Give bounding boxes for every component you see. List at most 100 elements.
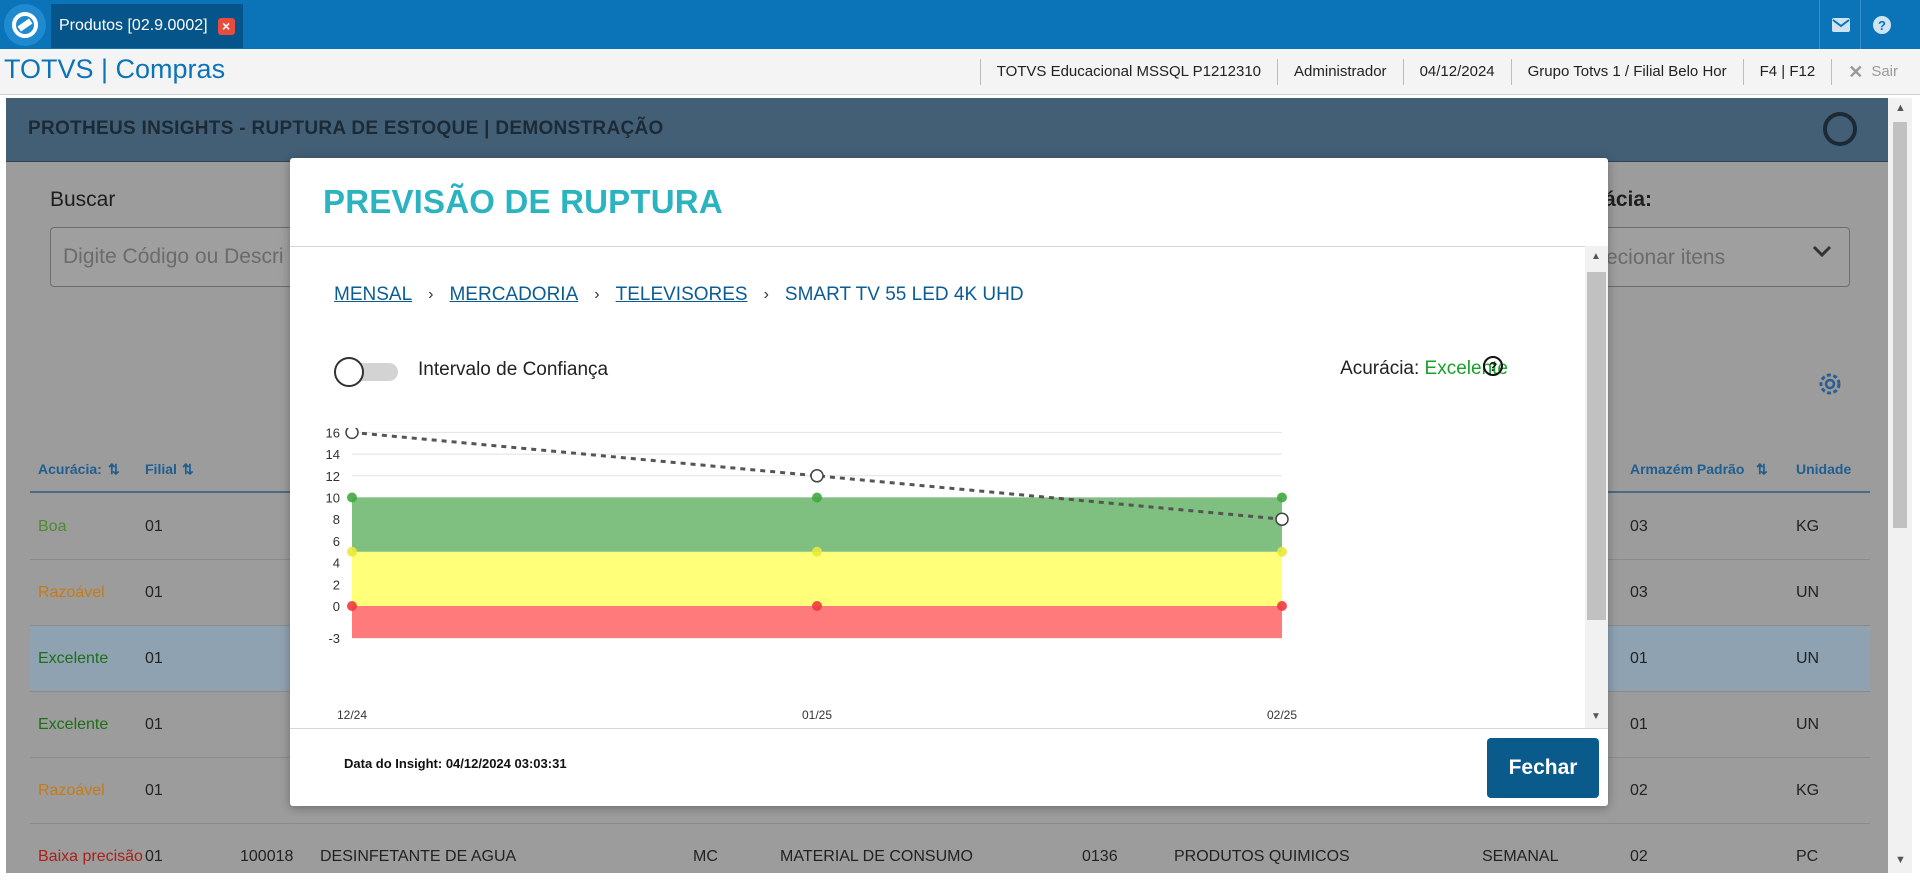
row-descricao: DESINFETANTE DE AGUA [320,848,517,865]
close-tab-icon[interactable]: × [217,17,235,35]
close-icon: ✕ [1848,62,1864,82]
accuracy-select[interactable]: ecionar itens [1606,246,1725,270]
row-armazem: 02 [1630,848,1648,865]
shortcuts-label: F4 | F12 [1742,59,1832,85]
row-unidade: PC [1796,848,1819,865]
row-filial: 01 [145,716,163,733]
scroll-down-icon[interactable]: ▼ [1895,854,1906,866]
environment-label: TOTVS Educacional MSSQL P1212310 [979,59,1277,85]
modal-title: PREVISÃO DE RUPTURA [323,183,723,220]
app-meta: TOTVS Educacional MSSQL P1212310 Adminis… [979,56,1920,88]
header-filial[interactable]: Filial [145,461,177,477]
band-point [347,492,357,503]
row-acuracia: Excelente [38,716,109,733]
header-armazem[interactable]: Armazém Padrão [1630,461,1744,477]
y-tick-label: 0 [333,599,340,614]
row-armazem: 01 [1630,650,1648,667]
divider [290,728,1608,729]
row-unidade: KG [1796,518,1820,535]
row-armazem: 01 [1630,716,1648,733]
row-tipo: MC [693,848,718,865]
svg-text:?: ? [1878,18,1886,33]
page-scrollbar[interactable]: ▲ ▼ [1888,98,1912,873]
y-tick-label: 2 [333,577,340,592]
scrollbar-thumb[interactable] [1893,122,1907,528]
tab-produtos[interactable]: Produtos [02.9.0002] × [51,4,243,48]
breadcrumb-mercadoria[interactable]: MERCADORIA [449,284,578,306]
sort-icon[interactable]: ⇅ [182,461,194,478]
page-title: PROTHEUS INSIGHTS - RUPTURA DE ESTOQUE |… [28,118,664,139]
forecast-modal: PREVISÃO DE RUPTURA MENSAL › MERCADORIA … [290,158,1608,806]
page-header: PROTHEUS INSIGHTS - RUPTURA DE ESTOQUE |… [6,98,1893,162]
page-logo-icon [1823,112,1857,146]
totvs-logo-icon[interactable] [4,4,46,46]
forecast-point [345,428,359,440]
x-tick-label: 12/24 [337,708,367,722]
close-button[interactable]: Fechar [1487,738,1599,798]
branch-label: Grupo Totvs 1 / Filial Belo Hor [1510,59,1743,85]
scroll-down-icon[interactable]: ▼ [1591,711,1601,722]
gear-icon[interactable] [1816,370,1844,403]
app-title: TOTVS | Compras [4,54,226,84]
row-filial: 01 [145,518,163,535]
confidence-interval-toggle[interactable] [334,357,400,387]
band-point [1277,601,1287,611]
table-row[interactable]: Baixa precisão 01 100018 DESINFETANTE DE… [30,824,1870,880]
scroll-up-icon[interactable]: ▲ [1895,102,1906,114]
search-label: Buscar [50,188,116,211]
toggle-knob [334,357,364,387]
accuracy-label: Acurácia: [1340,358,1420,379]
row-codigo: 100018 [240,848,294,865]
date-label: 04/12/2024 [1402,59,1511,85]
row-armazem: 02 [1630,782,1648,799]
scroll-up-icon[interactable]: ▲ [1591,251,1601,262]
header-unidade[interactable]: Unidade [1796,461,1851,477]
row-tipo-desc: MATERIAL DE CONSUMO [780,848,973,865]
breadcrumb-mensal[interactable]: MENSAL [334,284,412,306]
tab-label: Produtos [02.9.0002] [59,17,208,34]
modal-scrollbar[interactable]: ▲ ▼ [1585,246,1608,728]
row-filial: 01 [145,782,163,799]
app-header: TOTVS | Compras TOTVS Educacional MSSQL … [0,49,1920,95]
breadcrumb-current: SMART TV 55 LED 4K UHD [784,284,1024,305]
header-acuracia[interactable]: Acurácia: [38,461,102,477]
row-filial: 01 [145,848,163,865]
y-tick-label: 4 [333,556,340,571]
svg-text:?: ? [1489,359,1497,374]
scrollbar-thumb[interactable] [1587,272,1606,620]
top-bar: Produtos [02.9.0002] × ? [0,0,1920,49]
exit-button[interactable]: ✕ Sair [1831,59,1920,85]
forecast-chart: -3 0 2 4 6 8 10 12 14 16 12/24 01/25 02/25 [326,428,1297,722]
row-grupo-desc: PRODUTOS QUIMICOS [1174,848,1350,865]
row-armazem: 03 [1630,584,1648,601]
exit-label: Sair [1871,63,1898,80]
chevron-right-icon: › [594,286,600,303]
row-unidade: KG [1796,782,1820,799]
row-armazem: 03 [1630,518,1648,535]
sort-icon[interactable]: ⇅ [1756,461,1768,478]
band-point [1277,492,1287,503]
help-icon[interactable]: ? [1860,0,1902,49]
confidence-band [352,551,1282,606]
mail-icon[interactable] [1819,0,1861,49]
y-tick-label: 10 [326,491,340,506]
band-point [347,546,357,557]
band-point [812,601,822,611]
x-tick-label: 02/25 [1267,708,1297,722]
chevron-right-icon: › [763,286,769,303]
divider [290,246,1608,247]
user-label: Administrador [1277,59,1403,85]
y-tick-label: 8 [333,512,340,527]
forecast-point [1275,512,1289,526]
y-tick-label: 12 [326,469,340,484]
band-point [812,546,822,557]
y-tick-label: -3 [328,631,340,646]
row-periodicidade: SEMANAL [1482,848,1559,865]
question-circle-icon[interactable]: ? [1482,355,1504,382]
band-point [1277,546,1287,557]
y-tick-label: 14 [326,447,340,462]
sort-icon[interactable]: ⇅ [108,461,120,478]
chevron-down-icon[interactable] [1812,244,1832,263]
row-acuracia: Razoável [38,782,105,799]
breadcrumb-televisores[interactable]: TELEVISORES [616,284,748,306]
